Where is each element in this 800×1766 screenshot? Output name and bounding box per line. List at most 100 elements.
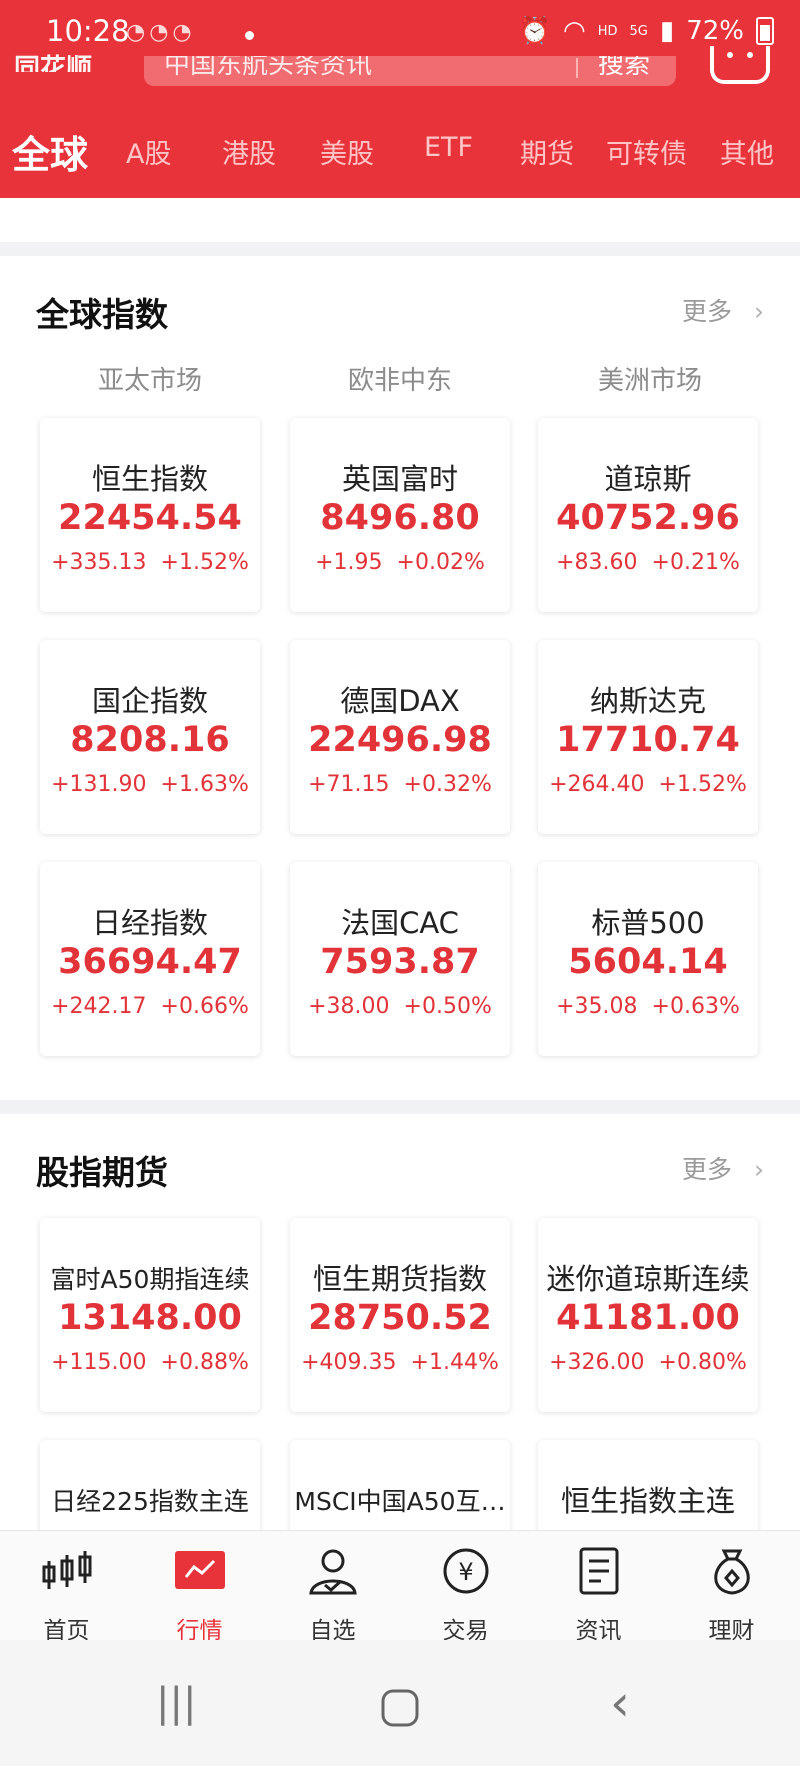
region-emea: 欧非中东: [347, 366, 452, 396]
index-card-dow-jones[interactable]: 道琼斯 40752.96 +83.60 +0.21%: [538, 418, 758, 612]
index-change: +83.60 +0.21%: [556, 550, 740, 575]
futures-change: +115.00 +0.88%: [51, 1350, 249, 1375]
futures-card-a50[interactable]: 富时A50期指连续 13148.00 +115.00 +0.88%: [40, 1218, 260, 1412]
global-indices-section: 全球指数 更多 › 亚太市场 欧非中东 美洲市场 恒生指数 22454.54 +3…: [0, 256, 800, 1100]
market-chart-icon: [175, 1551, 225, 1589]
index-card-dax[interactable]: 德国DAX 22496.98 +71.15 +0.32%: [290, 640, 510, 834]
index-price: 8208.16: [70, 720, 230, 760]
system-icons: ⏰ ◠ HD 5G ▮ 72%: [519, 16, 774, 46]
futures-name: MSCI中国A50互…: [294, 1487, 506, 1516]
money-bag-icon: [714, 1549, 750, 1595]
chevron-right-icon: ›: [754, 1155, 764, 1184]
futures-card-nikkei225[interactable]: 日经225指数主连: [40, 1440, 260, 1530]
futures-price: 13148.00: [58, 1298, 242, 1338]
index-name: 标普500: [591, 906, 705, 940]
app-header: 10:28 ◔◔◔ ⏰ ◠ HD 5G ▮ 72% 同花顺 中国东航头条资讯 搜…: [0, 0, 800, 198]
index-change: +242.17 +0.66%: [51, 994, 249, 1019]
index-change: +35.08 +0.63%: [556, 994, 740, 1019]
index-change: +264.40 +1.52%: [549, 772, 747, 797]
top-strip: [0, 198, 800, 242]
index-card-hs-china-enterprises[interactable]: 国企指数 8208.16 +131.90 +1.63%: [40, 640, 260, 834]
yen-coin-icon: ¥: [443, 1548, 489, 1594]
index-card-hang-seng[interactable]: 恒生指数 22454.54 +335.13 +1.52%: [40, 418, 260, 612]
signal-icon: ▮: [659, 16, 675, 46]
search-input[interactable]: 中国东航头条资讯: [164, 56, 372, 81]
futures-name: 恒生期货指数: [312, 1262, 487, 1296]
tab-global[interactable]: 全球: [12, 124, 88, 179]
index-price: 8496.80: [320, 498, 480, 538]
nav-wealth[interactable]: 理财: [665, 1531, 798, 1644]
more-label: 更多: [681, 297, 732, 326]
tab-etf[interactable]: ETF: [424, 132, 473, 163]
network-label: 5G: [629, 23, 648, 39]
global-indices-title: 全球指数: [36, 295, 168, 334]
search-bar[interactable]: 中国东航头条资讯 搜索: [144, 56, 676, 86]
index-name: 法国CAC: [341, 906, 459, 940]
futures-card-hsi-main[interactable]: 恒生指数主连: [538, 1440, 758, 1530]
index-futures-title: 股指期货: [36, 1153, 168, 1192]
futures-card-msci-a50[interactable]: MSCI中国A50互…: [290, 1440, 510, 1530]
search-button[interactable]: 搜索: [598, 56, 650, 81]
tab-a-shares[interactable]: A股: [126, 132, 171, 171]
futures-name: 迷你道琼斯连续: [546, 1262, 750, 1296]
notification-icons: ◔◔◔: [126, 20, 196, 45]
index-price: 36694.47: [58, 942, 242, 982]
index-change: +335.13 +1.52%: [51, 550, 249, 575]
home-circle-icon[interactable]: [380, 1688, 420, 1728]
recent-apps-icon[interactable]: |||: [156, 1680, 196, 1726]
index-futures-more-link[interactable]: 更多 ›: [682, 1150, 764, 1186]
index-price: 40752.96: [556, 498, 740, 538]
index-name: 德国DAX: [340, 684, 460, 718]
tab-hk[interactable]: 港股: [222, 132, 276, 171]
more-label: 更多: [681, 1155, 732, 1184]
index-card-cac[interactable]: 法国CAC 7593.87 +38.00 +0.50%: [290, 862, 510, 1056]
index-change: +38.00 +0.50%: [308, 994, 492, 1019]
tab-convertible-bonds[interactable]: 可转债: [606, 132, 687, 171]
nav-home[interactable]: 首页: [0, 1531, 133, 1644]
index-name: 英国富时: [341, 462, 458, 496]
system-navigation-bar: ||| ‹: [0, 1640, 800, 1766]
notification-dot-icon: [245, 31, 254, 40]
futures-card-mini-dow[interactable]: 迷你道琼斯连续 41181.00 +326.00 +0.80%: [538, 1218, 758, 1412]
chevron-right-icon: ›: [754, 297, 764, 326]
index-price: 7593.87: [320, 942, 480, 982]
svg-text:¥: ¥: [458, 1558, 473, 1586]
futures-card-hang-seng[interactable]: 恒生期货指数 28750.52 +409.35 +1.44%: [290, 1218, 510, 1412]
alarm-icon: ⏰: [518, 16, 552, 46]
index-name: 国企指数: [91, 684, 208, 718]
assistant-robot-icon[interactable]: [710, 46, 770, 84]
global-indices-more-link[interactable]: 更多 ›: [682, 292, 764, 328]
futures-change: +409.35 +1.44%: [301, 1350, 499, 1375]
news-document-icon: [579, 1547, 619, 1595]
futures-price: 28750.52: [308, 1298, 492, 1338]
index-futures-section: 股指期货 更多 › 富时A50期指连续 13148.00 +115.00 +0.8…: [0, 1114, 800, 1530]
battery-level: 72%: [686, 16, 744, 46]
nav-watchlist[interactable]: 自选: [266, 1531, 399, 1644]
index-name: 纳斯达克: [589, 684, 706, 718]
tab-other[interactable]: 其他: [720, 132, 774, 171]
index-card-nikkei[interactable]: 日经指数 36694.47 +242.17 +0.66%: [40, 862, 260, 1056]
nav-trade[interactable]: ¥ 交易: [399, 1531, 532, 1644]
index-card-nasdaq[interactable]: 纳斯达克 17710.74 +264.40 +1.52%: [538, 640, 758, 834]
tab-us[interactable]: 美股: [320, 132, 374, 171]
app-logo[interactable]: 同花顺: [14, 42, 114, 72]
region-americas: 美洲市场: [597, 366, 702, 396]
tab-futures[interactable]: 期货: [520, 132, 574, 171]
index-change: +71.15 +0.32%: [308, 772, 492, 797]
bottom-navigation: 首页 行情 自选 ¥ 交易 资讯 理财: [0, 1530, 800, 1644]
futures-price: 41181.00: [556, 1298, 740, 1338]
market-content[interactable]: 全球指数 更多 › 亚太市场 欧非中东 美洲市场 恒生指数 22454.54 +3…: [0, 198, 800, 1530]
battery-icon: [756, 17, 774, 45]
index-name: 日经指数: [91, 906, 208, 940]
nav-market[interactable]: 行情: [133, 1531, 266, 1644]
futures-name: 恒生指数主连: [560, 1484, 735, 1518]
back-icon[interactable]: ‹: [610, 1674, 630, 1732]
nav-news[interactable]: 资讯: [532, 1531, 665, 1644]
index-change: +131.90 +1.63%: [51, 772, 249, 797]
candlestick-icon: [42, 1551, 92, 1589]
index-card-ftse[interactable]: 英国富时 8496.80 +1.95 +0.02%: [290, 418, 510, 612]
search-divider: [576, 58, 578, 78]
index-card-sp500[interactable]: 标普500 5604.14 +35.08 +0.63%: [538, 862, 758, 1056]
index-name: 恒生指数: [91, 462, 208, 496]
wifi-icon: ◠: [563, 16, 586, 46]
